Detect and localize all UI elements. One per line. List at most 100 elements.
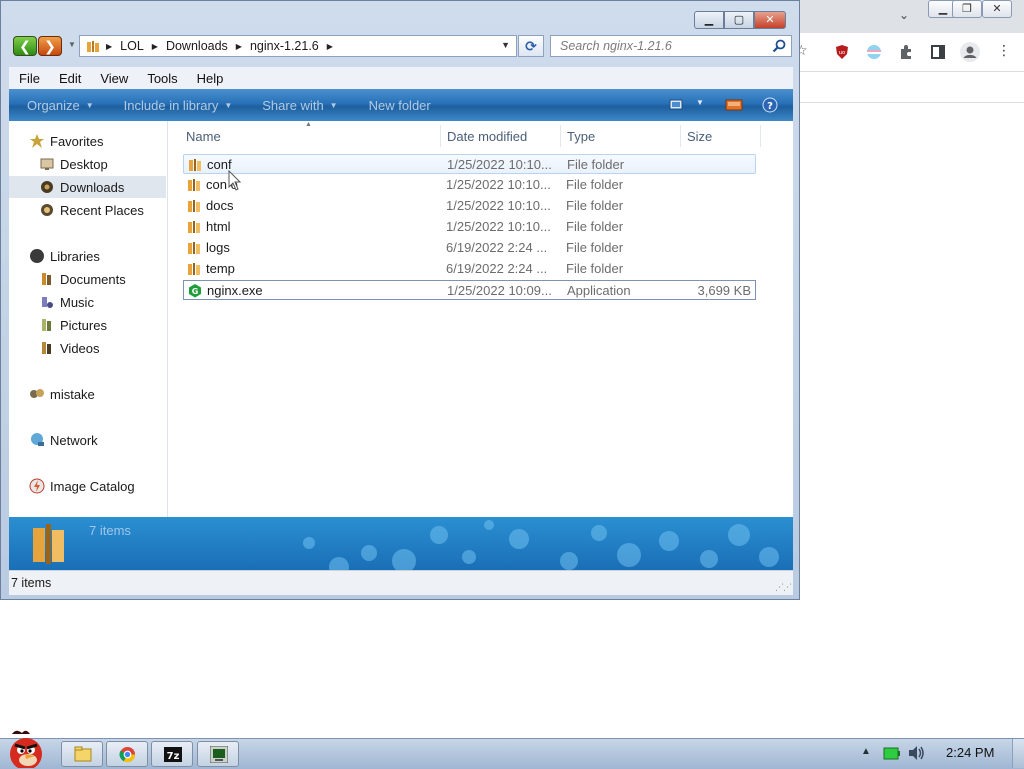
breadcrumb-downloads[interactable]: Downloads ▶: [166, 39, 250, 53]
file-row-contrib[interactable]: con o 1/25/2022 10:10... File folder: [183, 175, 756, 195]
column-divider[interactable]: [560, 125, 561, 147]
nav-videos[interactable]: Videos: [9, 337, 166, 359]
file-row-temp[interactable]: temp 6/19/2022 2:24 ... File folder: [183, 259, 756, 279]
breadcrumb-lol[interactable]: LOL ▶: [120, 39, 166, 53]
change-view-icon[interactable]: [669, 99, 685, 111]
image-catalog-icon: [29, 478, 45, 494]
taskbar-explorer-button[interactable]: [61, 741, 103, 767]
taskbar-7zip-button[interactable]: 7z: [151, 741, 193, 767]
browser-menu-icon[interactable]: ⋮: [997, 42, 1011, 59]
status-bar: 7 items ⋰⋰: [9, 570, 793, 595]
resize-grip-icon[interactable]: ⋰⋰: [775, 582, 792, 593]
svg-text:?: ?: [767, 101, 773, 112]
file-type: File folder: [566, 240, 624, 255]
column-divider[interactable]: [760, 125, 761, 147]
forward-button[interactable]: ❯: [38, 36, 62, 56]
address-bar[interactable]: ▶ LOL ▶ Downloads ▶ nginx-1.21.6 ▶ ▼: [79, 35, 517, 57]
nav-mistake[interactable]: mistake: [9, 383, 166, 405]
minimize-button[interactable]: ▁: [694, 11, 724, 29]
window-controls: ▁ ▢ ✕: [694, 11, 786, 29]
column-header-date-modified[interactable]: Date modified: [447, 126, 527, 148]
volume-icon[interactable]: [907, 745, 925, 761]
breadcrumb-nginx[interactable]: nginx-1.21.6 ▶: [250, 39, 341, 53]
taskbar-chrome-button[interactable]: [106, 741, 148, 767]
videos-icon: [42, 342, 51, 354]
battery-icon[interactable]: [883, 747, 901, 760]
tab-search-chevron-icon[interactable]: ⌄: [899, 8, 909, 22]
file-row-docs[interactable]: docs 1/25/2022 10:10... File folder: [183, 196, 756, 216]
breadcrumb-label: nginx-1.21.6: [249, 39, 319, 53]
svg-text:uo: uo: [839, 50, 845, 56]
file-date: 1/25/2022 10:09...: [447, 283, 552, 298]
side-panel-icon[interactable]: [930, 44, 946, 60]
libraries-icon: [30, 249, 44, 263]
share-with-label: Share with: [262, 97, 324, 113]
maximize-button[interactable]: ▢: [724, 11, 754, 29]
share-with-button[interactable]: Share with ▼: [262, 98, 337, 113]
new-folder-button[interactable]: New folder: [369, 98, 431, 113]
file-date: 1/25/2022 10:10...: [447, 157, 552, 172]
column-header-name[interactable]: Name: [186, 126, 221, 148]
flag-extension-icon[interactable]: [866, 44, 882, 60]
include-in-library-label: Include in library: [123, 97, 219, 113]
profile-avatar-icon[interactable]: [960, 42, 980, 62]
column-divider[interactable]: [680, 125, 681, 147]
organize-button[interactable]: Organize ▼: [27, 98, 94, 113]
file-row-conf[interactable]: conf 1/25/2022 10:10... File folder: [183, 154, 756, 174]
browser-content-divider: [799, 102, 1024, 103]
show-desktop-button[interactable]: [1012, 739, 1024, 768]
nav-documents[interactable]: Documents: [9, 268, 166, 290]
file-row-logs[interactable]: logs 6/19/2022 2:24 ... File folder: [183, 238, 756, 258]
search-icon[interactable]: [772, 39, 786, 53]
taskbar-terminal-button[interactable]: [197, 741, 239, 767]
browser-close-button[interactable]: ✕: [982, 0, 1012, 18]
column-divider[interactable]: [440, 125, 441, 147]
file-row-html[interactable]: html 1/25/2022 10:10... File folder: [183, 217, 756, 237]
recent-pages-chevron-icon[interactable]: ▼: [68, 40, 76, 49]
column-header-type[interactable]: Type: [567, 126, 595, 148]
nav-recent-places[interactable]: Recent Places: [9, 199, 166, 221]
nav-desktop[interactable]: Desktop: [9, 153, 166, 175]
nav-music[interactable]: Music: [9, 291, 166, 313]
downloads-icon: [41, 181, 53, 193]
details-pane: 7 items: [9, 517, 793, 570]
back-button[interactable]: ❮: [13, 36, 37, 56]
include-in-library-button[interactable]: Include in library ▼: [124, 98, 233, 113]
preview-pane-icon[interactable]: [725, 99, 743, 111]
tray-overflow-icon[interactable]: ▲: [861, 746, 871, 757]
nav-pictures[interactable]: Pictures: [9, 314, 166, 336]
view-options-chevron-icon[interactable]: ▼: [696, 98, 704, 107]
file-name: docs: [206, 198, 234, 213]
nav-label: mistake: [50, 386, 95, 402]
address-history-chevron-icon[interactable]: ▼: [501, 40, 510, 50]
menu-help[interactable]: Help: [187, 71, 233, 86]
file-name: html: [206, 219, 231, 234]
menu-view[interactable]: View: [90, 71, 137, 86]
nav-libraries[interactable]: Libraries: [9, 245, 166, 267]
svg-text:G: G: [192, 287, 199, 296]
pictures-icon: [42, 319, 51, 331]
file-name: temp: [206, 261, 235, 276]
extensions-puzzle-icon[interactable]: [898, 44, 914, 60]
nav-image-catalog[interactable]: Image Catalog: [9, 475, 166, 497]
nav-favorites[interactable]: Favorites: [9, 130, 166, 152]
file-row-nginx-exe[interactable]: G nginx.exe 1/25/2022 10:09... Applicati…: [183, 280, 756, 300]
start-button-angry-bird-icon[interactable]: [2, 728, 50, 768]
file-type: File folder: [566, 177, 624, 192]
refresh-button[interactable]: ⟳: [518, 35, 544, 57]
close-button[interactable]: ✕: [754, 11, 786, 29]
ublock-extension-icon[interactable]: uo: [834, 44, 850, 60]
organize-label: Organize: [27, 97, 80, 113]
menu-file[interactable]: File: [9, 71, 49, 86]
search-input[interactable]: Search nginx-1.21.6: [550, 35, 792, 57]
browser-restore-button[interactable]: ❐: [952, 0, 982, 18]
menu-edit[interactable]: Edit: [49, 71, 90, 86]
nav-downloads[interactable]: Downloads: [9, 176, 166, 198]
taskbar-clock[interactable]: 2:24 PM: [946, 745, 994, 760]
menu-tools[interactable]: Tools: [137, 71, 186, 86]
address-separator-icon[interactable]: ▶: [106, 42, 120, 51]
nav-label: Music: [60, 294, 94, 310]
column-header-size[interactable]: Size: [687, 126, 712, 148]
nav-network[interactable]: Network: [9, 429, 166, 451]
help-icon[interactable]: ?: [762, 97, 778, 113]
